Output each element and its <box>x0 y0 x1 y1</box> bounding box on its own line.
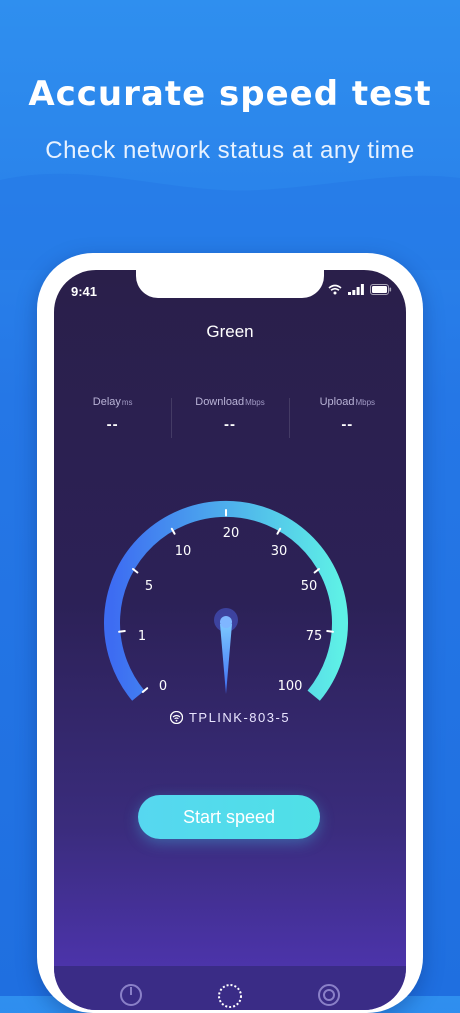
metrics-row: Delayms -- DownloadMbps -- UploadMbps -- <box>54 396 406 442</box>
metric-unit: Mbps <box>355 398 376 407</box>
gauge-tick-label: 5 <box>145 579 153 594</box>
gauge-needle <box>220 624 232 694</box>
metric-label: Delay <box>92 396 121 408</box>
start-speed-button[interactable]: Start speed <box>138 795 320 839</box>
metric-upload: UploadMbps -- <box>288 396 406 442</box>
metric-value: -- <box>341 416 354 433</box>
gauge-tick-label: 0 <box>159 679 167 694</box>
tab-test-icon[interactable] <box>218 984 242 1008</box>
gauge-tick-label: 100 <box>278 679 303 694</box>
wifi-signal-icon <box>328 284 342 295</box>
hero-title: Accurate speed test <box>28 74 432 114</box>
gauge-tick-label: 10 <box>175 544 192 559</box>
tab-bar <box>54 966 406 1010</box>
phone-screen: 9:41 Green Delayms -- DownloadMbps -- Up… <box>54 270 406 1010</box>
background-wave <box>0 173 460 270</box>
status-icons <box>328 284 392 295</box>
metric-unit: Mbps <box>245 398 265 407</box>
network-ssid: TPLINK-803-5 <box>188 710 291 725</box>
metric-label: Download <box>195 396 245 408</box>
gauge-tick-label: 30 <box>271 544 288 559</box>
metric-delay: Delayms -- <box>54 396 171 442</box>
needle-cap <box>220 616 232 628</box>
status-time: 9:41 <box>71 284 98 299</box>
cellular-signal-icon <box>348 284 364 295</box>
metric-download: DownloadMbps -- <box>171 396 288 442</box>
wifi-icon <box>169 711 183 724</box>
gauge-tick-label: 20 <box>223 526 240 541</box>
phone-notch <box>136 270 324 298</box>
battery-icon <box>370 284 392 295</box>
tab-speed-icon[interactable] <box>120 984 142 1006</box>
metric-value: -- <box>106 416 119 433</box>
tab-network-icon[interactable] <box>318 984 340 1006</box>
metric-value: -- <box>223 416 236 433</box>
gauge-tick-label: 75 <box>306 629 323 644</box>
app-title: Green <box>206 322 254 341</box>
gauge-tick-label: 1 <box>138 629 146 644</box>
network-name: TPLINK-803-5 <box>54 710 406 725</box>
hero-subtitle: Check network status at any time <box>45 137 415 164</box>
speed-gauge: 0 1 5 10 20 30 50 75 100 <box>104 500 348 701</box>
metric-unit: ms <box>121 398 133 407</box>
metric-label: Upload <box>319 396 355 408</box>
gauge-tick-label: 50 <box>301 579 318 594</box>
